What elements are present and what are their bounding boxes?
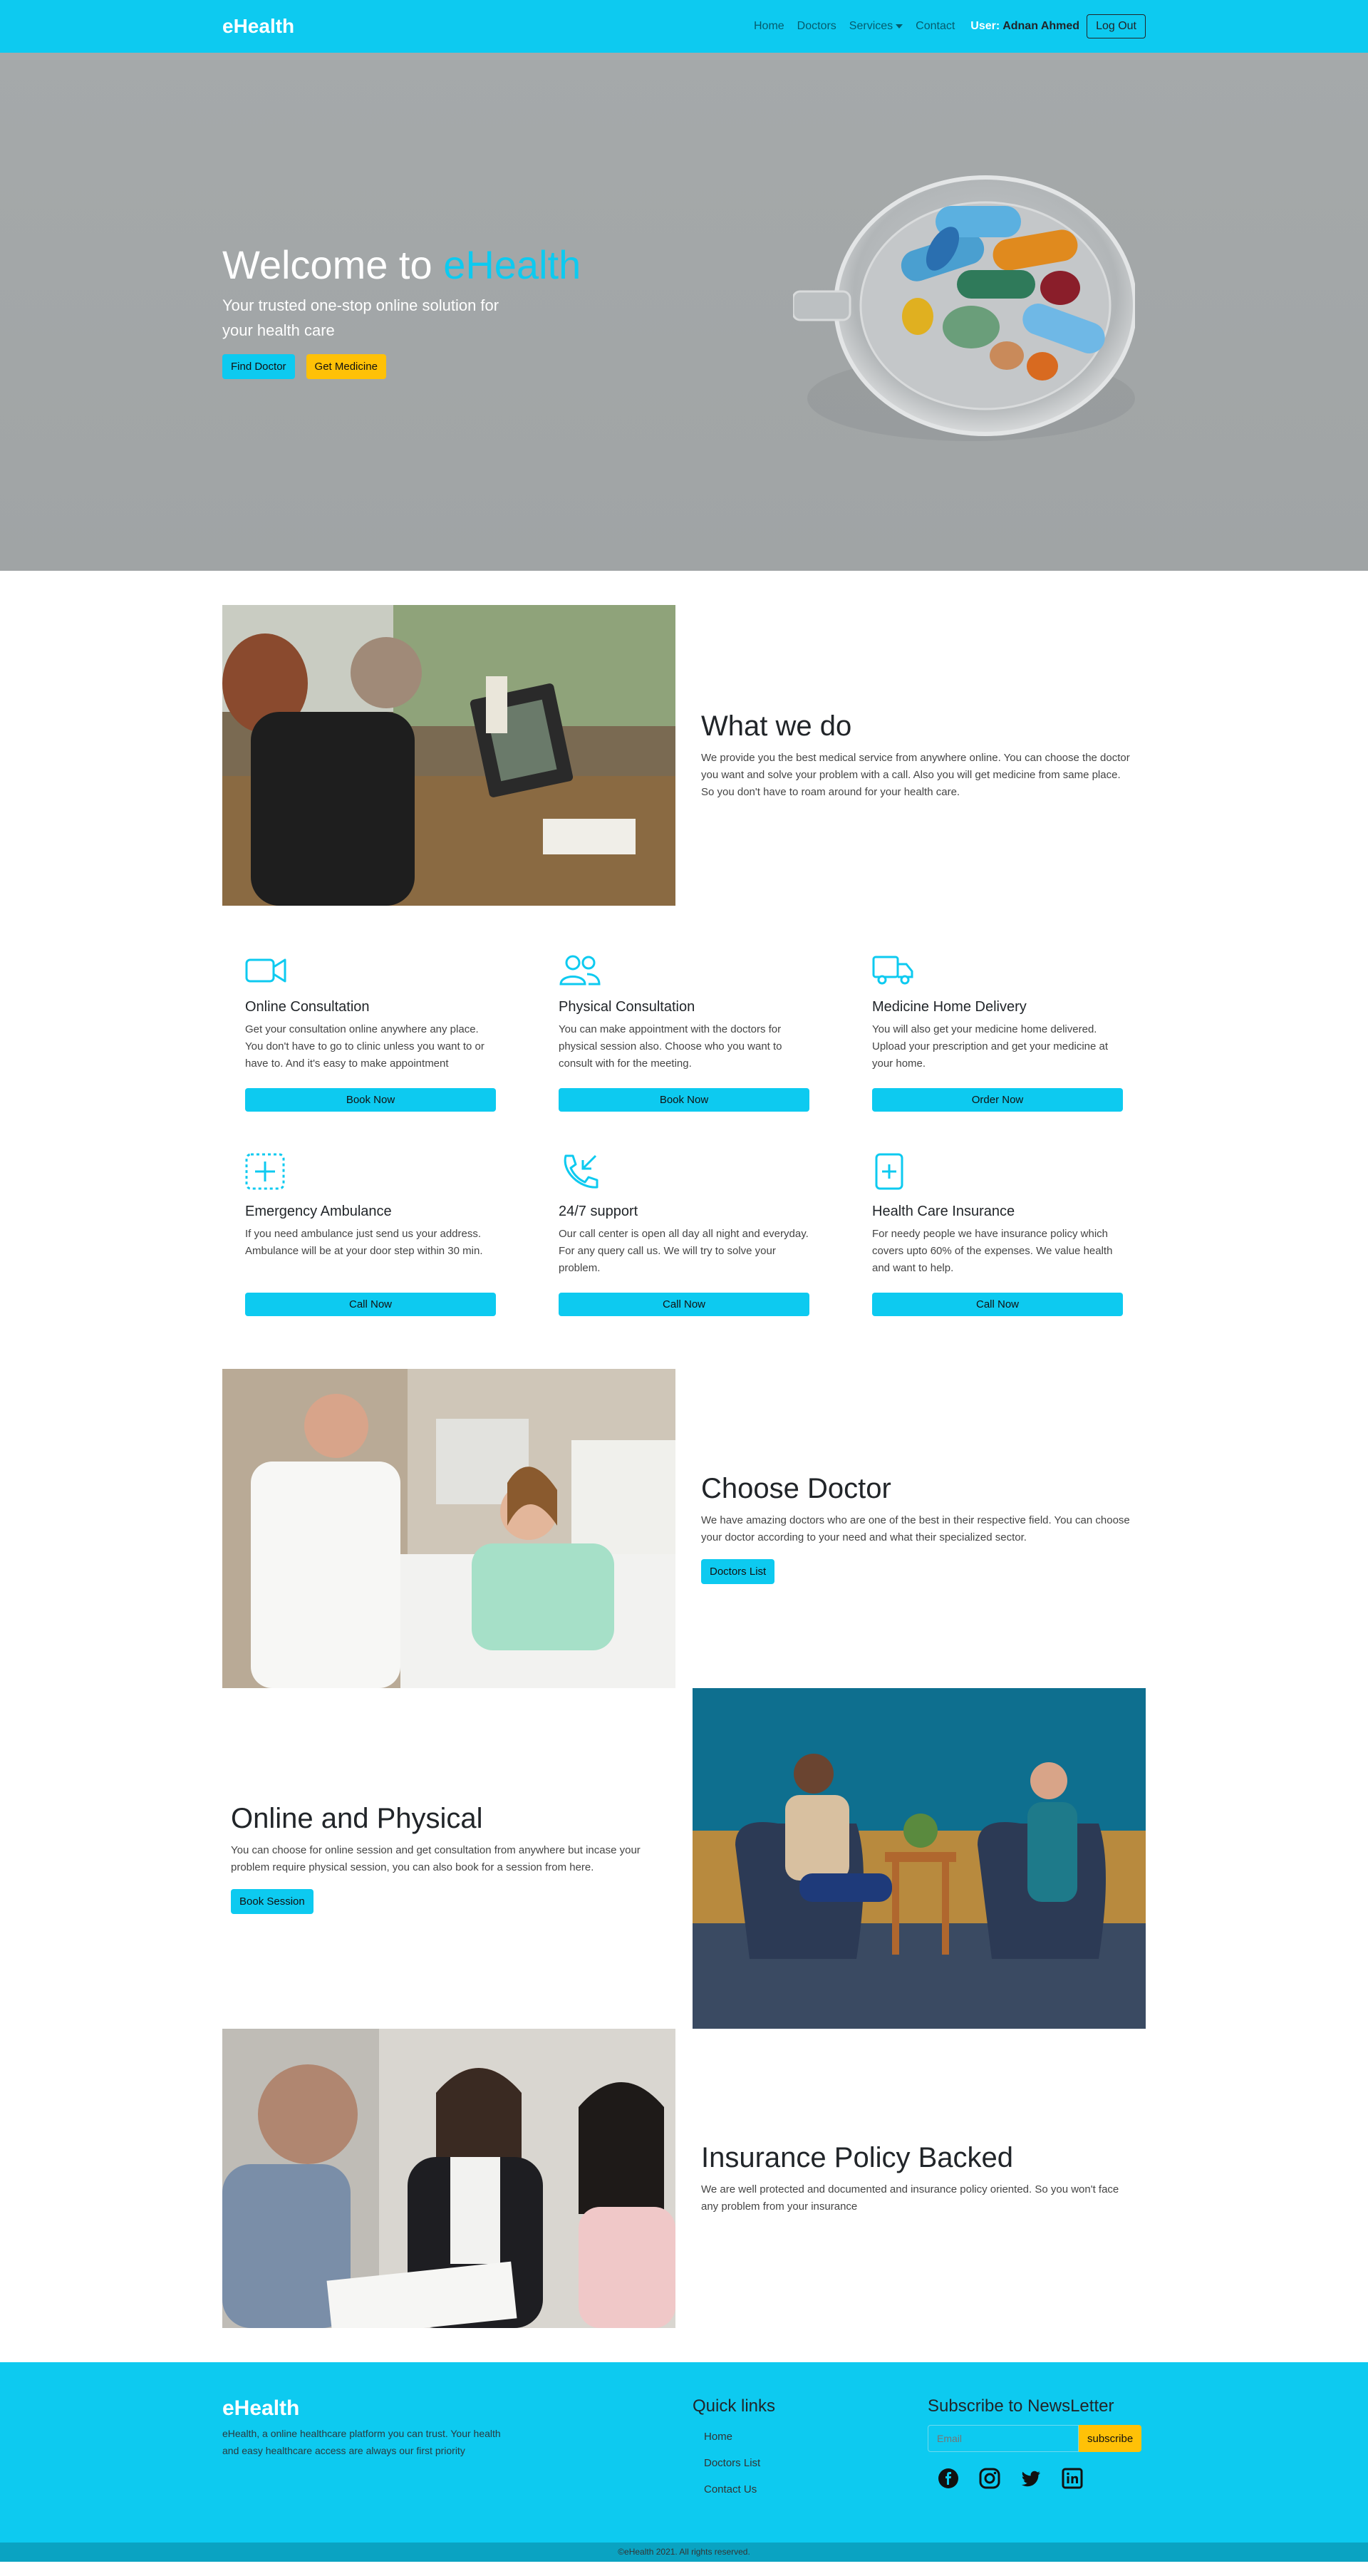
service-title: Emergency Ambulance (245, 1204, 392, 1219)
call-now-button[interactable]: Call Now (245, 1293, 496, 1316)
nav-links: Home Doctors Services Contact User: Adna… (741, 14, 1146, 38)
hero-title: Welcome to eHealth (222, 241, 581, 289)
service-title: 24/7 support (559, 1204, 638, 1219)
nav-services-label: Services (849, 20, 893, 32)
logout-button[interactable]: Log Out (1087, 14, 1146, 38)
what-we-do-title: What we do (701, 710, 852, 742)
plus-square-dotted-icon (245, 1153, 285, 1190)
navbar: eHealth Home Doctors Services Contact Us… (0, 0, 1368, 53)
service-card: Physical Consultation You can make appoi… (559, 954, 809, 1112)
nav-doctors-link[interactable]: Doctors (797, 20, 836, 33)
hero-title-brand: eHealth (443, 242, 581, 287)
what-we-do-text: We provide you the best medical service … (701, 751, 1130, 798)
instagram-icon[interactable] (979, 2468, 1000, 2489)
service-card: Emergency Ambulance If you need ambulanc… (245, 1153, 496, 1316)
choose-doctor-section: Choose Doctor We have amazing doctors wh… (222, 1369, 1146, 1688)
phone-incoming-icon (564, 1154, 598, 1189)
call-now-button[interactable]: Call Now (872, 1293, 1123, 1316)
caret-down-icon (896, 24, 903, 29)
video-camera-icon (245, 958, 286, 983)
subscribe-title: Subscribe to NewsLetter (928, 2396, 1114, 2416)
footer: eHealth eHealth, a online healthcare pla… (0, 2362, 1368, 2543)
copyright-bar: ©eHealth 2021. All rights reserved. (0, 2543, 1368, 2562)
insurance-title: Insurance Policy Backed (701, 2141, 1014, 2173)
service-card: Online Consultation Get your consultatio… (245, 954, 496, 1112)
service-card: Health Care Insurance For needy people w… (872, 1153, 1123, 1316)
doctor-patient-image (222, 1369, 675, 1688)
online-physical-section: Online and Physical You can choose for o… (222, 1688, 1146, 2029)
people-icon (559, 955, 601, 986)
footer-about: eHealth, a online healthcare platform yo… (222, 2428, 501, 2456)
services-grid: Online Consultation Get your consultatio… (222, 954, 1146, 1316)
service-text: If you need ambulance just send us your … (245, 1228, 483, 1257)
find-doctor-button[interactable]: Find Doctor (222, 354, 295, 380)
user-name: Adnan Ahmed (1002, 20, 1080, 32)
book-now-button[interactable]: Book Now (559, 1088, 809, 1112)
book-now-button[interactable]: Book Now (245, 1088, 496, 1112)
consultation-chairs-image (693, 1688, 1146, 2029)
email-input[interactable] (928, 2425, 1079, 2452)
pill-bowl-image (793, 175, 1135, 441)
facebook-icon[interactable] (938, 2468, 959, 2489)
nav-home-link[interactable]: Home (754, 20, 784, 33)
what-we-do-section: What we do We provide you the best medic… (222, 605, 1146, 906)
service-card: 24/7 support Our call center is open all… (559, 1153, 809, 1316)
hero-subtitle: Your trusted one-stop online solution fo… (222, 296, 499, 340)
quick-links-title: Quick links (693, 2396, 776, 2416)
service-title: Health Care Insurance (872, 1204, 1015, 1219)
service-text: You can make appointment with the doctor… (559, 1023, 782, 1070)
nav-services-dropdown[interactable]: Services (849, 20, 903, 33)
book-session-button[interactable]: Book Session (231, 1889, 314, 1914)
service-card: Medicine Home Delivery You will also get… (872, 954, 1123, 1112)
service-text: For needy people we have insurance polic… (872, 1228, 1113, 1274)
user-label: User: (970, 20, 1000, 32)
choose-doctor-text: We have amazing doctors who are one of t… (701, 1514, 1130, 1543)
truck-icon (872, 956, 913, 985)
hero-banner: Welcome to eHealth Your trusted one-stop… (0, 53, 1368, 571)
order-now-button[interactable]: Order Now (872, 1088, 1123, 1112)
call-now-button[interactable]: Call Now (559, 1293, 809, 1316)
insurance-text: We are well protected and documented and… (701, 2183, 1119, 2213)
subscribe-button[interactable]: subscribe (1079, 2425, 1142, 2452)
online-physical-text: You can choose for online session and ge… (231, 1844, 641, 1873)
brand-logo[interactable]: eHealth (222, 15, 294, 38)
insurance-section: Insurance Policy Backed We are well prot… (222, 2029, 1146, 2328)
service-text: Our call center is open all day all nigh… (559, 1228, 809, 1274)
service-title: Medicine Home Delivery (872, 999, 1027, 1015)
video-consultation-image (222, 605, 675, 906)
doctors-list-button[interactable]: Doctors List (701, 1559, 775, 1584)
insurance-signing-image (222, 2029, 675, 2328)
service-title: Online Consultation (245, 999, 370, 1015)
get-medicine-button[interactable]: Get Medicine (306, 354, 386, 380)
file-medical-icon (875, 1153, 903, 1190)
footer-home-link[interactable]: Home (704, 2431, 928, 2443)
service-title: Physical Consultation (559, 999, 695, 1015)
service-text: Get your consultation online anywhere an… (245, 1023, 484, 1070)
choose-doctor-title: Choose Doctor (701, 1473, 891, 1504)
linkedin-icon[interactable] (1062, 2468, 1083, 2489)
nav-contact-link[interactable]: Contact (916, 20, 955, 33)
footer-brand: eHealth (222, 2396, 300, 2420)
online-physical-title: Online and Physical (231, 1803, 483, 1834)
twitter-icon[interactable] (1020, 2468, 1042, 2489)
footer-contact-link[interactable]: Contact Us (704, 2483, 928, 2495)
hero-text: Welcome to eHealth Your trusted one-stop… (222, 241, 581, 380)
footer-doctors-list-link[interactable]: Doctors List (704, 2457, 928, 2469)
hero-title-prefix: Welcome to (222, 242, 444, 287)
service-text: You will also get your medicine home del… (872, 1023, 1109, 1070)
